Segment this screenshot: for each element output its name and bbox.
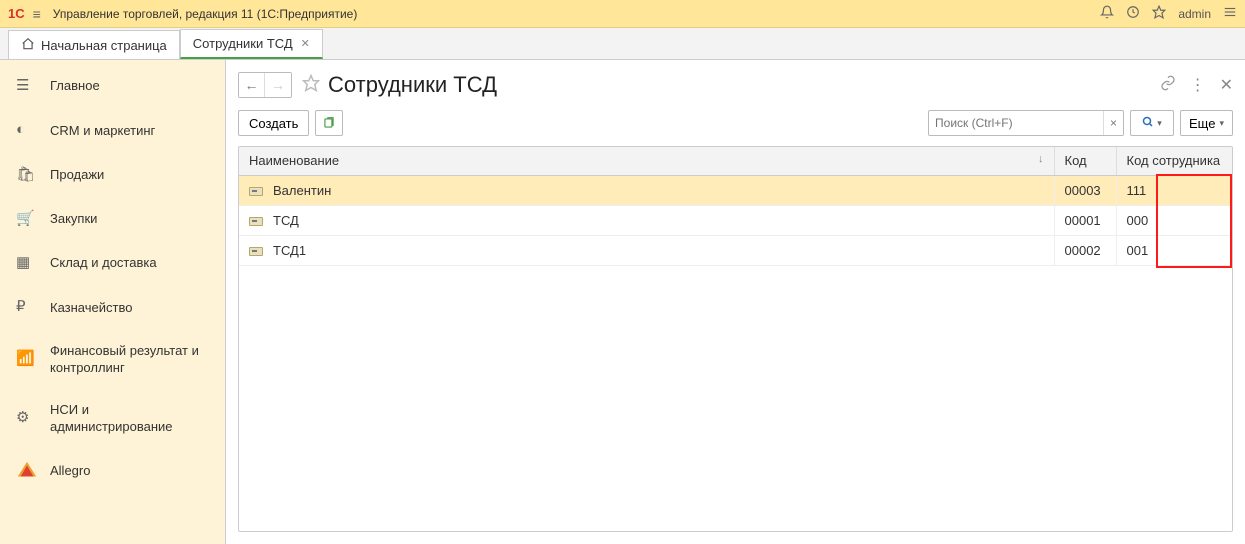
grid-icon: ▦ [16,253,38,273]
sidebar-label: Склад и доставка [50,254,157,272]
table-row[interactable]: ТСД 00001000 [239,205,1232,235]
sidebar-label: Финансовый результат и контроллинг [50,342,209,377]
star-icon[interactable] [1152,5,1166,22]
cell-code: 00003 [1054,175,1116,205]
cell-name-text: Валентин [273,183,331,198]
cell-name: ТСД1 [239,235,1054,265]
magnifier-icon [1142,116,1154,131]
sidebar-item-main[interactable]: ☰ Главное [0,64,225,108]
create-button[interactable]: Создать [238,110,309,136]
search-dropdown-button[interactable]: ▾ [1130,110,1174,136]
sidebar-label: Продажи [50,166,104,184]
favorite-star-icon[interactable] [302,74,320,97]
sidebar-item-allegro[interactable]: Allegro [0,448,225,494]
forward-button[interactable]: → [265,73,291,97]
tab-home[interactable]: Начальная страница [8,30,180,59]
gear-icon: ⚙ [16,408,38,428]
home-icon [21,37,35,54]
bell-icon[interactable] [1100,5,1114,22]
dropdown-menu-icon[interactable]: ≡ [33,6,41,22]
app-title: Управление торговлей, редакция 11 (1С:Пр… [53,7,358,21]
bag-icon: 🛍 [16,165,38,185]
tab-home-label: Начальная страница [41,38,167,53]
col-name-header[interactable]: Наименование ↓ [239,147,1054,175]
sidebar-item-warehouse[interactable]: ▦ Склад и доставка [0,241,225,285]
cell-name: ТСД [239,205,1054,235]
sidebar-item-finance[interactable]: 📶 Финансовый результат и контроллинг [0,330,225,389]
sidebar-label: Закупки [50,210,97,228]
sidebar-label: CRM и маркетинг [50,122,155,140]
cell-name-text: ТСД [273,213,299,228]
table-row[interactable]: Валентин 00003111 [239,175,1232,205]
back-button[interactable]: ← [239,73,265,97]
cell-code: 00002 [1054,235,1116,265]
page-header: ← → Сотрудники ТСД ⋮ ✕ [238,68,1233,102]
item-icon [249,187,263,196]
history-icon[interactable] [1126,5,1140,22]
nav-buttons: ← → [238,72,292,98]
tabs-bar: Начальная страница Сотрудники ТСД ✕ [0,28,1245,60]
toolbar: Создать × ▾ Еще ▾ [238,110,1233,136]
bars-icon: ☰ [16,76,38,96]
clear-search-icon[interactable]: × [1103,111,1123,135]
search-input[interactable] [929,116,1103,130]
cell-code: 00001 [1054,205,1116,235]
create-copy-button[interactable] [315,110,343,136]
settings-bars-icon[interactable] [1223,5,1237,22]
page-title: Сотрудники ТСД [328,72,497,98]
item-icon [249,247,263,256]
pie-icon: ◐ [16,120,38,140]
chart-icon: 📶 [16,349,38,369]
sidebar-item-crm[interactable]: ◐ CRM и маркетинг [0,108,225,152]
cart-icon: 🛒 [16,209,38,229]
tab-active[interactable]: Сотрудники ТСД ✕ [180,29,323,59]
more-button[interactable]: Еще ▾ [1180,110,1233,136]
sidebar-label: Allegro [50,462,90,480]
chevron-down-icon: ▾ [1157,118,1162,129]
col-name-label: Наименование [249,153,339,168]
more-label: Еще [1189,116,1215,131]
cell-name: Валентин [239,175,1054,205]
app-logo: 1С [8,6,25,21]
col-code-header[interactable]: Код [1054,147,1116,175]
item-icon [249,217,263,226]
tab-active-label: Сотрудники ТСД [193,36,293,51]
search-box: × [928,110,1124,136]
col-emp-header[interactable]: Код сотрудника [1116,147,1232,175]
link-icon[interactable] [1160,75,1176,96]
cell-emp-code: 000 [1116,205,1232,235]
allegro-icon [16,460,38,482]
sidebar-item-nsi[interactable]: ⚙ НСИ и администрирование [0,389,225,448]
ruble-icon: ₽ [16,297,38,317]
sidebar-label: Казначейство [50,299,132,317]
table-row[interactable]: ТСД1 00002001 [239,235,1232,265]
sidebar: ☰ Главное ◐ CRM и маркетинг 🛍 Продажи 🛒 … [0,60,226,544]
sidebar-label: НСИ и администрирование [50,401,209,436]
cell-emp-code: 111 [1116,175,1232,205]
close-tab-icon[interactable]: ✕ [301,37,310,50]
user-label[interactable]: admin [1178,7,1211,21]
table: Наименование ↓ Код Код сотрудника Валент… [238,146,1233,532]
sidebar-item-sales[interactable]: 🛍 Продажи [0,153,225,197]
sidebar-item-purchases[interactable]: 🛒 Закупки [0,197,225,241]
sidebar-label: Главное [50,77,100,95]
kebab-menu-icon[interactable]: ⋮ [1190,75,1206,95]
sort-indicator-icon: ↓ [1038,153,1044,165]
table-header-row: Наименование ↓ Код Код сотрудника [239,147,1232,175]
close-page-icon[interactable]: ✕ [1220,75,1233,95]
chevron-down-icon: ▾ [1219,118,1224,129]
cell-emp-code: 001 [1116,235,1232,265]
titlebar: 1С ≡ Управление торговлей, редакция 11 (… [0,0,1245,28]
sidebar-item-treasury[interactable]: ₽ Казначейство [0,285,225,329]
cell-name-text: ТСД1 [273,243,306,258]
